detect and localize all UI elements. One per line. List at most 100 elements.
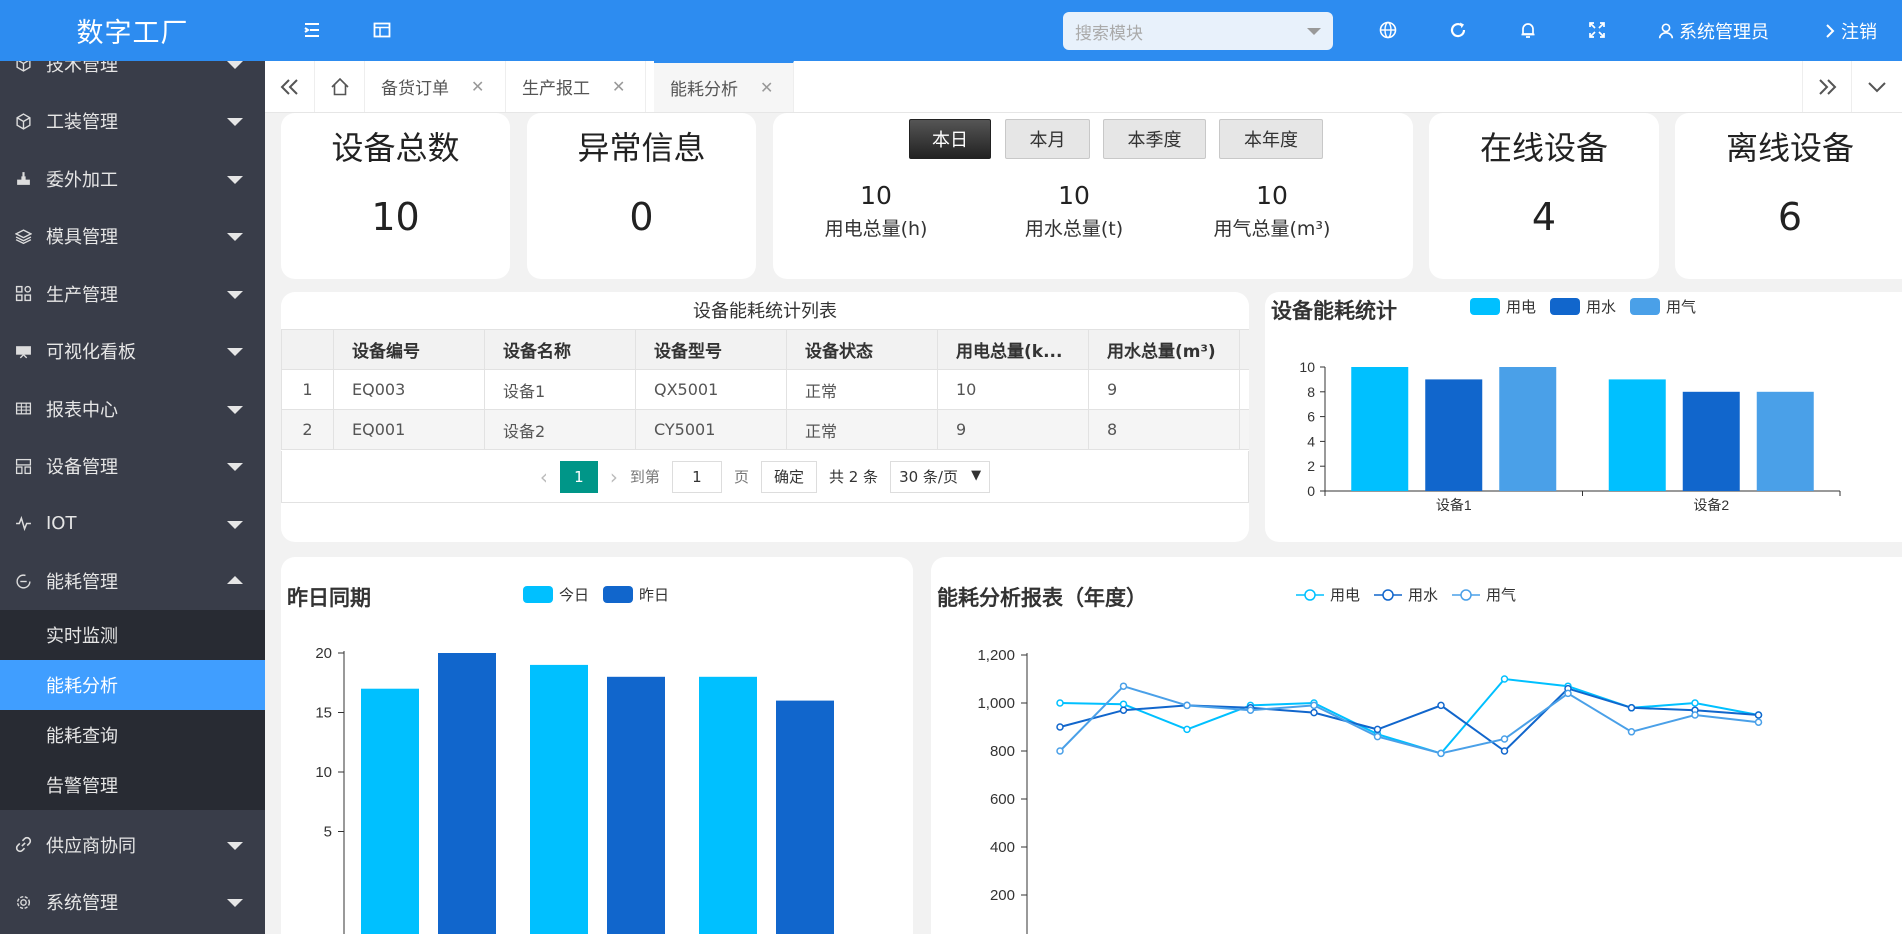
sidebar-item-label: 供应商协同 — [46, 835, 136, 857]
column-header[interactable]: 设备编号 — [333, 329, 485, 370]
device-energy-table-card: 设备能耗统计列表 设备编号 设备名称 设备型号 设备状态 用电总量(k... 用… — [281, 292, 1249, 542]
logout-button[interactable]: 注销 — [1823, 18, 1877, 44]
chevron-right-icon — [1823, 23, 1837, 39]
sidebar-item-production[interactable]: 生产管理 — [0, 265, 265, 323]
settings-icon — [14, 893, 32, 911]
sidebar-item-outsource[interactable]: 委外加工 — [0, 150, 265, 208]
sidebar: 数字工厂 技术管理 工装管理 委外加工 模具管理 生产管理 可视化看板 报表中心… — [0, 0, 265, 934]
column-header[interactable]: 用水总量(m³) — [1088, 329, 1240, 370]
menu-fold-icon[interactable] — [300, 18, 324, 42]
user-menu[interactable]: 系统管理员 — [1657, 18, 1769, 44]
fullscreen-icon[interactable] — [1585, 18, 1609, 42]
sidebar-item-tooling[interactable]: 工装管理 — [0, 93, 265, 151]
column-header[interactable]: 设备状态 — [786, 329, 938, 370]
y-tick-label: 600 — [990, 791, 1015, 808]
chevron-up-icon — [227, 576, 243, 585]
y-tick-label: 8 — [1307, 384, 1315, 400]
point-用气 — [1119, 682, 1128, 690]
point-用水 — [1056, 723, 1064, 731]
column-header[interactable]: 设备型号 — [635, 329, 787, 370]
tab-home[interactable] — [315, 61, 365, 112]
table-header-row: 设备编号 设备名称 设备型号 设备状态 用电总量(k... 用水总量(m³) — [281, 329, 1249, 370]
period-today-button[interactable]: 本日 — [909, 119, 991, 159]
period-year-button[interactable]: 本年度 — [1219, 119, 1323, 159]
total-count: 共 2 条 — [828, 468, 879, 486]
sidebar-item-supplier[interactable]: 供应商协同 — [0, 816, 265, 874]
stat-title: 在线设备 — [1479, 129, 1608, 167]
sidebar-item-equipment[interactable]: 设备管理 — [0, 438, 265, 496]
page-current[interactable]: 1 — [559, 460, 598, 493]
sidebar-item-reports[interactable]: 报表中心 — [0, 380, 265, 438]
sidebar-item-mold[interactable]: 模具管理 — [0, 208, 265, 266]
table-cell: EQ001 — [333, 409, 485, 450]
goto-page-input[interactable]: 1 — [671, 460, 722, 493]
table-cell: QX5001 — [635, 369, 787, 410]
sidebar-subitem-analysis[interactable]: 能耗分析 — [0, 660, 265, 710]
close-icon[interactable]: ✕ — [760, 78, 773, 97]
table-cell: 2 — [281, 409, 334, 450]
column-header[interactable]: 用电总量(k... — [937, 329, 1089, 370]
chevron-down-icon — [227, 899, 243, 908]
period-quarter-button[interactable]: 本季度 — [1103, 119, 1206, 159]
table-row[interactable]: 1 EQ003 设备1 QX5001 正常 10 9 — [281, 369, 1249, 410]
point-用气 — [1627, 728, 1636, 736]
y-tick-label: 200 — [990, 887, 1015, 904]
point-用电 — [1691, 699, 1699, 707]
per-page-value: 30 条/页 — [899, 468, 958, 486]
y-tick-label: 400 — [990, 839, 1015, 856]
sidebar-subitem-query[interactable]: 能耗查询 — [0, 710, 265, 760]
sidebar-item-system[interactable]: 系统管理 — [0, 874, 265, 932]
y-tick-label: 10 — [315, 764, 332, 781]
sidebar-item-label: 系统管理 — [46, 893, 118, 915]
bell-icon[interactable] — [1516, 18, 1540, 42]
sidebar-subitem-alarm[interactable]: 告警管理 — [0, 760, 265, 810]
point-用气 — [1373, 732, 1382, 741]
stat-card-total: 设备总数 10 — [281, 113, 510, 279]
bar-今日 — [530, 664, 588, 934]
table-cell: 9 — [1088, 369, 1240, 410]
bar-用水 — [1682, 391, 1740, 491]
goto-confirm-button[interactable]: 确定 — [760, 460, 817, 493]
tabs-scroll-left-button[interactable] — [265, 61, 315, 112]
tab-production-report[interactable]: 生产报工 ✕ — [506, 61, 646, 112]
device-energy-table: 设备编号 设备名称 设备型号 设备状态 用电总量(k... 用水总量(m³) 1… — [281, 329, 1249, 450]
stat-value: 4 — [1531, 195, 1557, 239]
period-month-button[interactable]: 本月 — [1005, 119, 1090, 159]
stat-value: 0 — [629, 195, 654, 239]
tabs-scroll-right-button[interactable] — [1802, 61, 1852, 112]
table-row[interactable]: 2 EQ001 设备2 CY5001 正常 9 8 — [281, 409, 1249, 450]
tabs-dropdown-button[interactable] — [1852, 61, 1902, 112]
refresh-icon[interactable] — [1446, 18, 1470, 42]
per-page-select[interactable]: 30 条/页 ▼ — [890, 460, 991, 493]
y-tick-label: 6 — [1307, 409, 1315, 425]
chevron-down-icon — [227, 405, 243, 414]
chevron-down-icon — [227, 348, 243, 357]
sidebar-item-energy[interactable]: 能耗管理 — [0, 553, 265, 611]
usage-value: 10 — [860, 181, 892, 210]
energy-submenu: 实时监测 能耗分析 能耗查询 告警管理 — [0, 610, 265, 810]
sidebar-item-dashboard[interactable]: 可视化看板 — [0, 323, 265, 381]
column-header[interactable]: 设备名称 — [484, 329, 636, 370]
chevron-right-icon[interactable]: › — [610, 465, 618, 489]
layers-icon — [14, 227, 32, 245]
board-icon — [14, 342, 32, 360]
table-cell: 正常 — [786, 369, 938, 410]
annual-report-chart-card: 能耗分析报表（年度） 用电 用水 用气 200 400 600 800 1,000 1,2… — [931, 557, 1902, 934]
sidebar-subitem-realtime[interactable]: 实时监测 — [0, 610, 265, 660]
window-icon[interactable] — [370, 18, 394, 42]
chevron-left-icon[interactable]: ‹ — [540, 465, 548, 489]
usage-value: 10 — [1256, 181, 1288, 210]
module-search-select[interactable]: 搜索模块 — [1063, 12, 1333, 50]
table-pager: ‹ 1 › 到第 1 页 确定 共 2 条 30 条/页 ▼ — [281, 451, 1249, 503]
globe-icon[interactable] — [1376, 18, 1400, 42]
tab-energy-analysis[interactable]: 能耗分析 ✕ — [654, 61, 794, 112]
point-用水 — [1500, 747, 1509, 755]
close-icon[interactable]: ✕ — [612, 77, 625, 96]
point-用气 — [1310, 701, 1318, 710]
sidebar-item-iot[interactable]: IOT — [0, 495, 265, 553]
tab-label: 备货订单 — [381, 79, 449, 99]
close-icon[interactable]: ✕ — [471, 77, 484, 96]
pulse-icon — [14, 515, 32, 533]
app-logo[interactable]: 数字工厂 — [0, 0, 265, 61]
tab-stock-order[interactable]: 备货订单 ✕ — [365, 61, 506, 112]
